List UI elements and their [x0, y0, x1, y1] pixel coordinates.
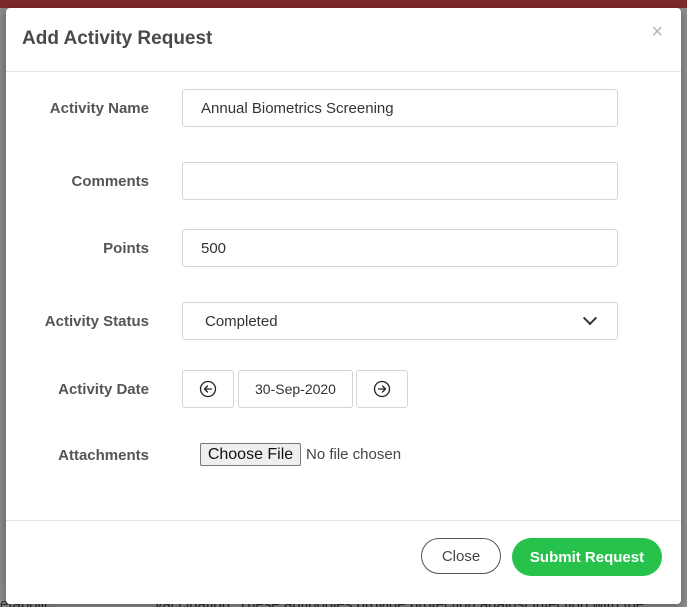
activity-date-label: Activity Date: [58, 381, 149, 398]
date-next-button[interactable]: [356, 370, 408, 408]
activity-name-label: Activity Name: [49, 100, 149, 117]
arrow-right-circle-icon: [373, 380, 391, 398]
activity-status-select[interactable]: Completed: [182, 302, 618, 340]
modal-header: Add Activity Request ×: [6, 8, 681, 72]
close-icon[interactable]: ×: [651, 22, 663, 42]
points-input[interactable]: 500: [182, 229, 618, 267]
activity-date-value[interactable]: 30-Sep-2020: [238, 370, 353, 408]
activity-status-label: Activity Status: [44, 313, 149, 330]
choose-file-button[interactable]: Choose File: [200, 443, 301, 466]
submit-request-button[interactable]: Submit Request: [512, 538, 662, 576]
chevron-down-icon: [582, 311, 598, 326]
backdrop-right-strip: [681, 8, 687, 607]
footer-divider: [6, 520, 681, 521]
date-prev-button[interactable]: [182, 370, 234, 408]
add-activity-modal: Add Activity Request × Activity Name Ann…: [6, 8, 681, 604]
backdrop-header-strip: [0, 0, 687, 8]
close-button[interactable]: Close: [421, 538, 501, 574]
arrow-left-circle-icon: [199, 380, 217, 398]
modal-title: Add Activity Request: [22, 28, 213, 49]
activity-status-value: Completed: [205, 312, 278, 330]
activity-name-input[interactable]: Annual Biometrics Screening: [182, 89, 618, 127]
file-status-text: No file chosen: [306, 446, 402, 463]
comments-label: Comments: [71, 173, 149, 190]
points-label: Points: [103, 240, 149, 257]
comments-input[interactable]: [182, 162, 618, 200]
attachments-label: Attachments: [58, 447, 149, 464]
